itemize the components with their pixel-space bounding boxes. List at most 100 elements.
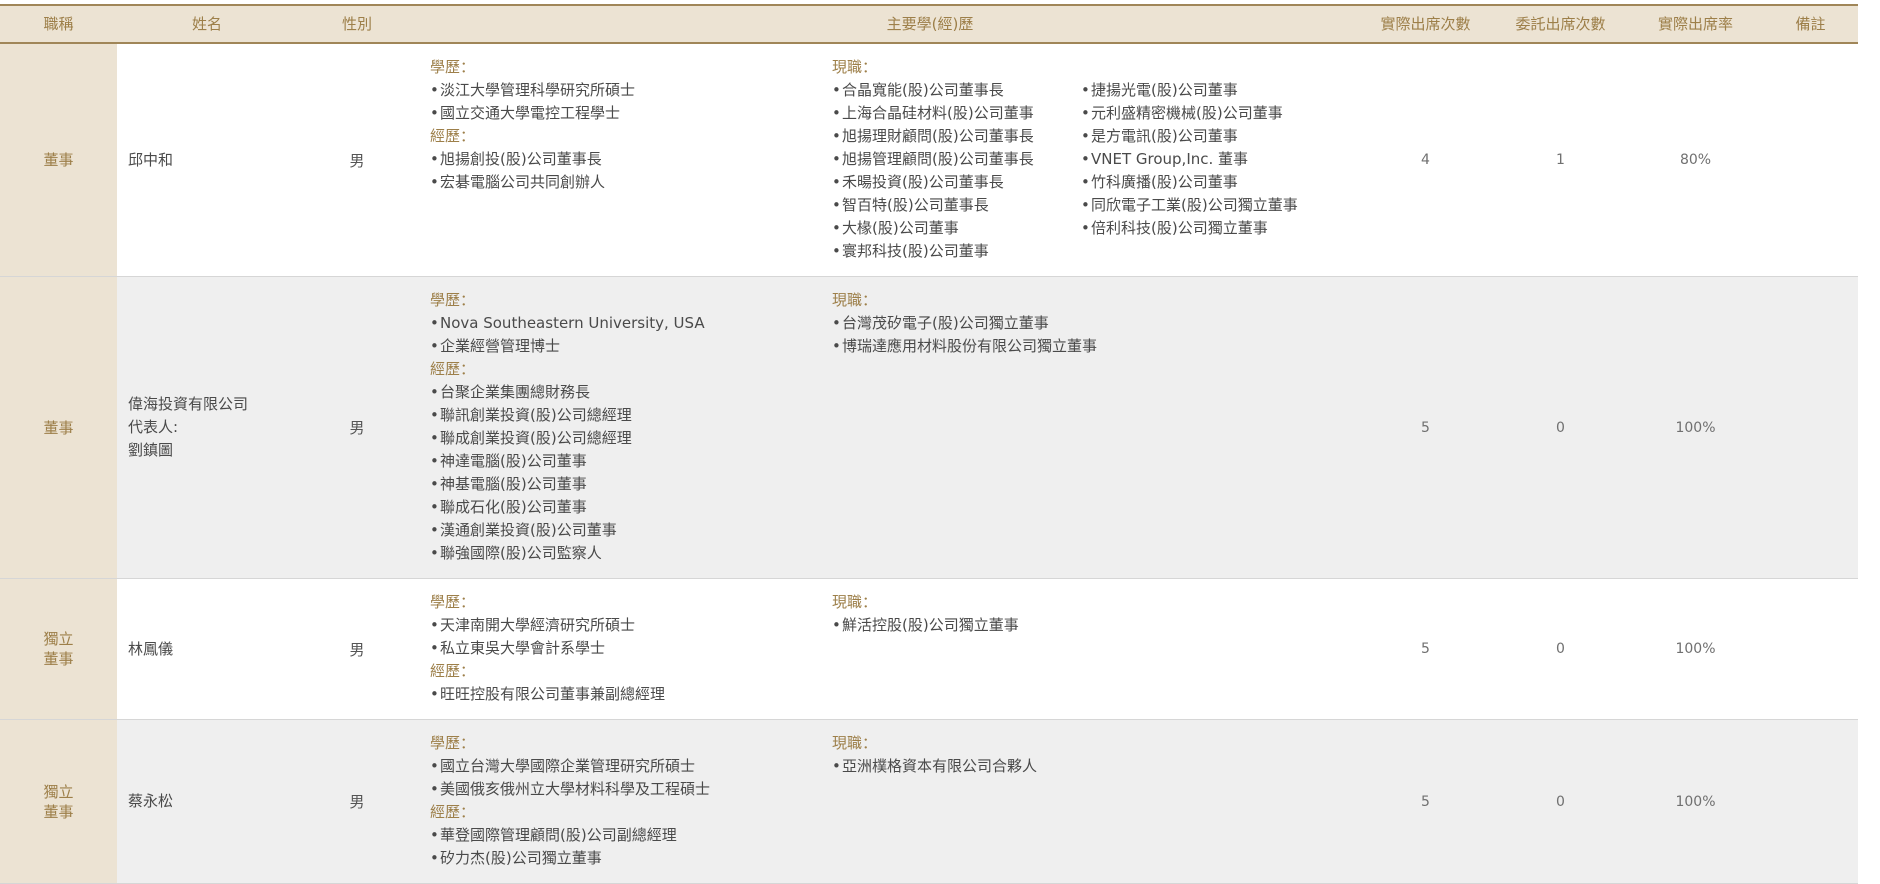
row-remarks-cell [1763, 579, 1858, 719]
row-name-cell: 偉海投資有限公司 代表人: 劉鎮圖 [128, 277, 297, 578]
current-item: 博瑞達應用材料股份有限公司獨立董事 [832, 335, 1097, 358]
header-proxy: 委託出席次數 [1515, 15, 1606, 33]
row-title-cell: 獨立 董事 [0, 720, 117, 883]
row-gender: 男 [349, 151, 365, 170]
current-item: 寰邦科技(股)公司董事 [832, 240, 1081, 263]
current-item: 旭揚管理顧問(股)公司董事長 [832, 148, 1081, 171]
education-item: 國立交通大學電控工程學士 [430, 102, 635, 125]
experience-item: 神基電腦(股)公司董事 [430, 473, 705, 496]
row-rate-cell: 100% [1628, 277, 1763, 578]
row-name-cell: 邱中和 [128, 44, 297, 276]
row-remarks-cell [1763, 720, 1858, 883]
row-rate-cell: 80% [1628, 44, 1763, 276]
row-attended: 5 [1421, 793, 1430, 810]
row-attended-cell: 5 [1358, 720, 1493, 883]
row-rate-cell: 100% [1628, 720, 1763, 883]
education-item: 企業經營管理博士 [430, 335, 705, 358]
row-proxy-cell: 0 [1493, 579, 1628, 719]
experience-item: 旭揚創投(股)公司董事長 [430, 148, 635, 171]
row-gender-cell: 男 [297, 720, 417, 883]
experience-item: 華登國際管理顧問(股)公司副總經理 [430, 824, 710, 847]
current-item: 大椽(股)公司董事 [832, 217, 1081, 240]
current-positions-block: 現職： 合晶寬能(股)公司董事長 上海合晶硅材料(股)公司董事 旭揚理財顧問(股… [832, 56, 1298, 263]
row-title-cell: 董事 [0, 277, 117, 578]
table-row: 董事 邱中和 男 學歷： 淡江大學管理科學研究所碩士 國立交通大學電控工程學士 … [0, 44, 1858, 277]
education-item: 淡江大學管理科學研究所碩士 [430, 79, 635, 102]
experience-item: 聯強國際(股)公司監察人 [430, 542, 705, 565]
current-positions-column-2: 捷揚光電(股)公司董事 元利盛精密機械(股)公司董事 是方電訊(股)公司董事 V… [1081, 79, 1298, 263]
current-label: 現職： [832, 58, 878, 76]
current-item: 台灣茂矽電子(股)公司獨立董事 [832, 312, 1097, 335]
experience-label: 經歷： [430, 803, 476, 821]
table-row: 獨立 董事 林鳳儀 男 學歷： 天津南開大學經濟研究所碩士 私立東吳大學會計系學… [0, 579, 1858, 720]
row-proxy-cell: 0 [1493, 720, 1628, 883]
current-item: 捷揚光電(股)公司董事 [1081, 79, 1298, 102]
row-proxy: 0 [1556, 793, 1565, 810]
experience-item: 聯訊創業投資(股)公司總經理 [430, 404, 705, 427]
education-label: 學歷： [430, 593, 476, 611]
education-experience-block: 學歷： 天津南開大學經濟研究所碩士 私立東吳大學會計系學士 經歷： 旺旺控股有限… [430, 591, 665, 706]
header-background: 主要學(經)歷 [886, 15, 974, 33]
row-gender: 男 [349, 793, 365, 811]
current-item: 元利盛精密機械(股)公司董事 [1081, 102, 1298, 125]
education-label: 學歷： [430, 291, 476, 309]
current-item: 亞洲樸格資本有限公司合夥人 [832, 755, 1037, 778]
current-label: 現職： [832, 291, 878, 309]
row-rate-cell: 100% [1628, 579, 1763, 719]
row-gender-cell: 男 [297, 579, 417, 719]
current-item: 旭揚理財顧問(股)公司董事長 [832, 125, 1081, 148]
row-name-cell: 林鳳儀 [128, 579, 297, 719]
education-experience-block: 學歷： Nova Southeastern University, USA 企業… [430, 289, 705, 565]
row-proxy-cell: 1 [1493, 44, 1628, 276]
row-attended-cell: 5 [1358, 579, 1493, 719]
experience-item: 台聚企業集團總財務長 [430, 381, 705, 404]
current-positions-block: 現職： 鮮活控股(股)公司獨立董事 [832, 591, 1019, 637]
education-experience-block: 學歷： 國立台灣大學國際企業管理研究所碩士 美國俄亥俄州立大學材料科學及工程碩士… [430, 732, 710, 870]
table-row: 獨立 董事 蔡永松 男 學歷： 國立台灣大學國際企業管理研究所碩士 美國俄亥俄州… [0, 720, 1858, 884]
row-title: 獨立 董事 [43, 782, 74, 821]
row-attended-cell: 4 [1358, 44, 1493, 276]
current-item: 上海合晶硅材料(股)公司董事 [832, 102, 1081, 125]
education-experience-block: 學歷： 淡江大學管理科學研究所碩士 國立交通大學電控工程學士 經歷： 旭揚創投(… [430, 56, 635, 194]
experience-label: 經歷： [430, 360, 476, 378]
current-item: 竹科廣播(股)公司董事 [1081, 171, 1298, 194]
current-item: 智百特(股)公司董事長 [832, 194, 1081, 217]
education-item: 私立東吳大學會計系學士 [430, 637, 665, 660]
current-item: 是方電訊(股)公司董事 [1081, 125, 1298, 148]
row-gender: 男 [349, 419, 365, 437]
experience-item: 神達電腦(股)公司董事 [430, 450, 705, 473]
row-proxy-cell: 0 [1493, 277, 1628, 578]
current-item: 合晶寬能(股)公司董事長 [832, 79, 1081, 102]
current-label: 現職： [832, 734, 878, 752]
current-item: VNET Group,Inc. 董事 [1081, 148, 1298, 171]
experience-item: 宏碁電腦公司共同創辦人 [430, 171, 635, 194]
row-rate: 100% [1675, 793, 1716, 810]
row-rate: 80% [1679, 152, 1712, 168]
header-title: 職稱 [43, 15, 74, 33]
row-name: 邱中和 [128, 150, 174, 169]
education-item: 美國俄亥俄州立大學材料科學及工程碩士 [430, 778, 710, 801]
row-rate: 100% [1675, 641, 1716, 657]
education-item: Nova Southeastern University, USA [430, 312, 705, 335]
row-name: 林鳳儀 [128, 639, 174, 658]
row-proxy: 1 [1556, 152, 1565, 168]
row-rate: 100% [1675, 419, 1716, 436]
row-title-cell: 董事 [0, 44, 117, 276]
current-item: 鮮活控股(股)公司獨立董事 [832, 614, 1019, 637]
experience-item: 聯成石化(股)公司董事 [430, 496, 705, 519]
row-attended: 5 [1421, 419, 1430, 436]
experience-label: 經歷： [430, 127, 476, 145]
experience-label: 經歷： [430, 662, 476, 680]
current-positions-columns: 合晶寬能(股)公司董事長 上海合晶硅材料(股)公司董事 旭揚理財顧問(股)公司董… [832, 79, 1298, 263]
current-item: 同欣電子工業(股)公司獨立董事 [1081, 194, 1298, 217]
row-remarks-cell [1763, 277, 1858, 578]
row-name-cell: 蔡永松 [128, 720, 297, 883]
header-rate: 實際出席率 [1657, 15, 1733, 33]
row-gender-cell: 男 [297, 44, 417, 276]
row-title: 董事 [43, 151, 74, 169]
row-attended: 4 [1421, 152, 1430, 168]
row-gender: 男 [349, 640, 365, 659]
header-name: 姓名 [191, 15, 222, 33]
board-members-table: 職稱 姓名 性別 主要學(經)歷 實際出席次數 委託出席次數 實際出席率 備註 … [0, 4, 1858, 884]
row-remarks-cell [1763, 44, 1858, 276]
